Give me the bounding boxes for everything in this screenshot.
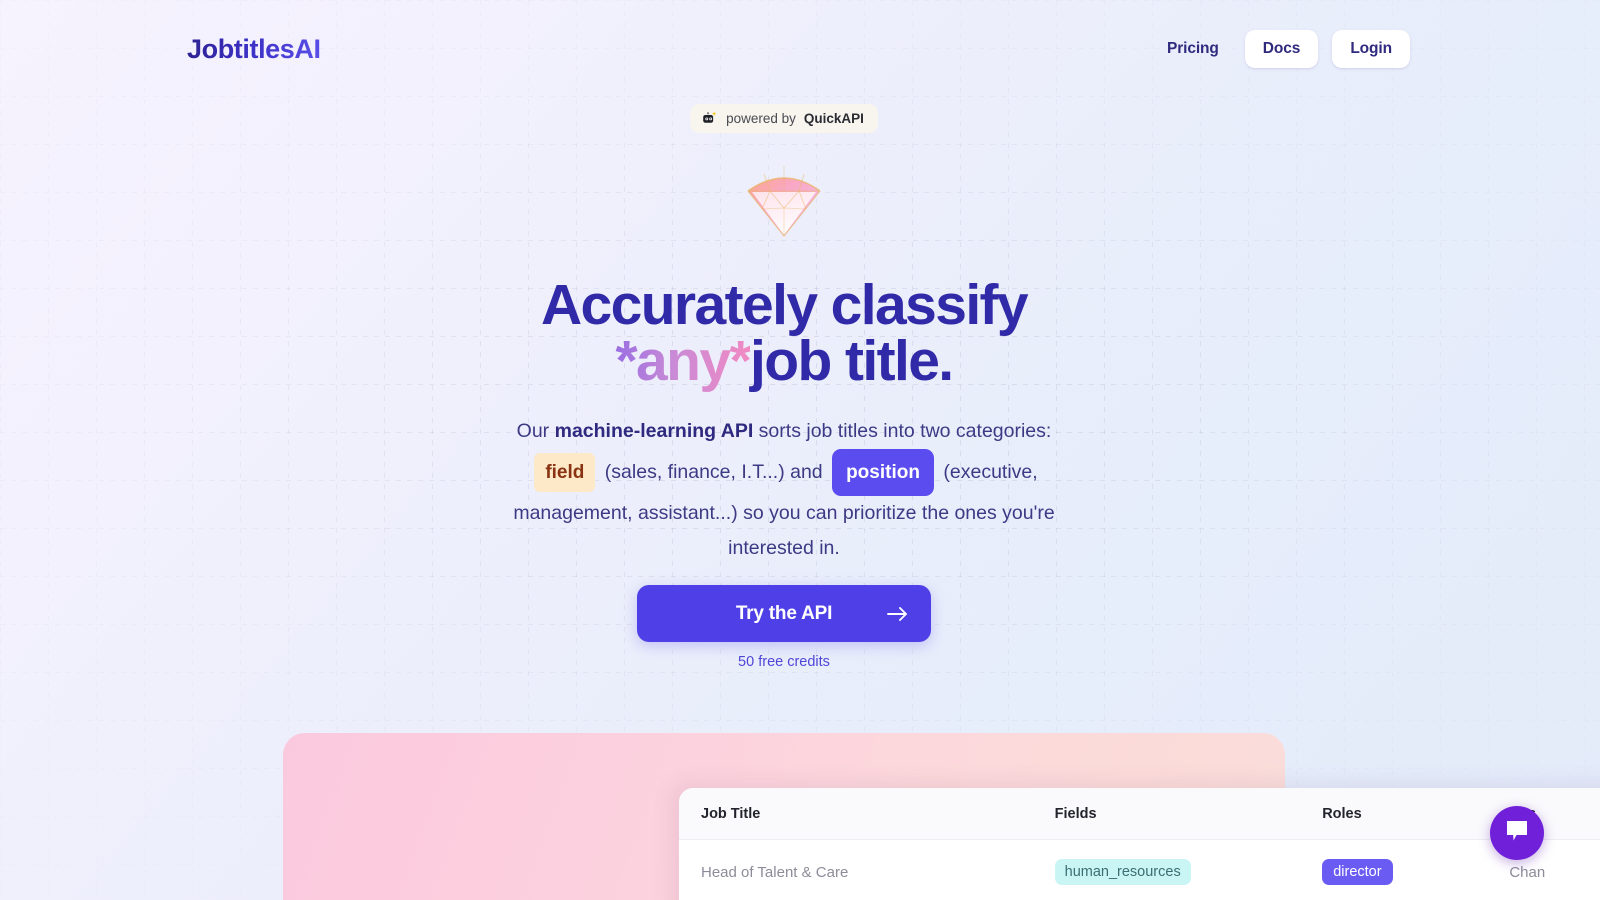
chat-widget-button[interactable] [1490,806,1544,860]
badge-brand: QuickAPI [803,111,864,126]
robot-sparkle-icon [701,110,718,127]
table-col-roles: Roles [1322,805,1362,822]
table-col-fields: Fields [1054,805,1097,822]
tag-position: position [832,449,934,496]
tag-field: field [534,453,596,492]
subhead-part-3: (sales, finance, I.T...) and [604,461,823,483]
cell-roles: director [1322,859,1509,885]
cell-first-name: Chan [1509,863,1546,881]
nav-docs[interactable]: Docs [1244,30,1319,68]
try-the-api-button[interactable]: Try the API [637,585,931,642]
role-chip: director [1322,859,1393,885]
arrow-right-icon [887,606,909,622]
cell-fields: human_resources [1054,859,1323,885]
field-chip: human_resources [1054,859,1191,885]
table-row[interactable]: Head of Talent & Care human_resources di… [679,840,1600,900]
results-table-card: Job Title Fields Roles Firs Head of Tale… [679,788,1600,900]
main-nav: Pricing Docs Login [1155,30,1410,68]
page-title: Accurately classify *any*job title. [0,273,1568,390]
gem-diamond-icon [742,163,826,239]
subhead-part-1: Our [516,420,555,442]
headline-emphasis: *any* [615,329,751,393]
subhead-part-2: sorts job titles into two categories: [753,420,1052,442]
nav-login[interactable]: Login [1332,30,1410,68]
subhead-strong-1: machine-learning API [554,420,754,442]
hero-subhead: Our machine-learning API sorts job title… [504,414,1064,566]
headline-line-2: *any*job title. [0,333,1568,390]
nav-pricing[interactable]: Pricing [1155,32,1231,66]
headline-line-1: Accurately classify [540,273,1029,337]
cell-job-title: Head of Talent & Care [701,863,849,881]
table-header-row: Job Title Fields Roles Firs [679,788,1600,840]
free-credits-label[interactable]: 50 free credits [738,654,830,670]
table-col-job-title: Job Title [701,805,761,822]
headline-line-2-rest: job title. [750,329,954,393]
site-header: JobtitlesAI Pricing Docs Login [0,0,1600,100]
chat-bubble-icon [1504,819,1530,848]
powered-by-badge[interactable]: powered by QuickAPI [690,104,878,133]
site-logo[interactable]: JobtitlesAI [187,34,321,65]
cta-label: Try the API [735,602,833,624]
badge-prefix: powered by [726,111,796,126]
